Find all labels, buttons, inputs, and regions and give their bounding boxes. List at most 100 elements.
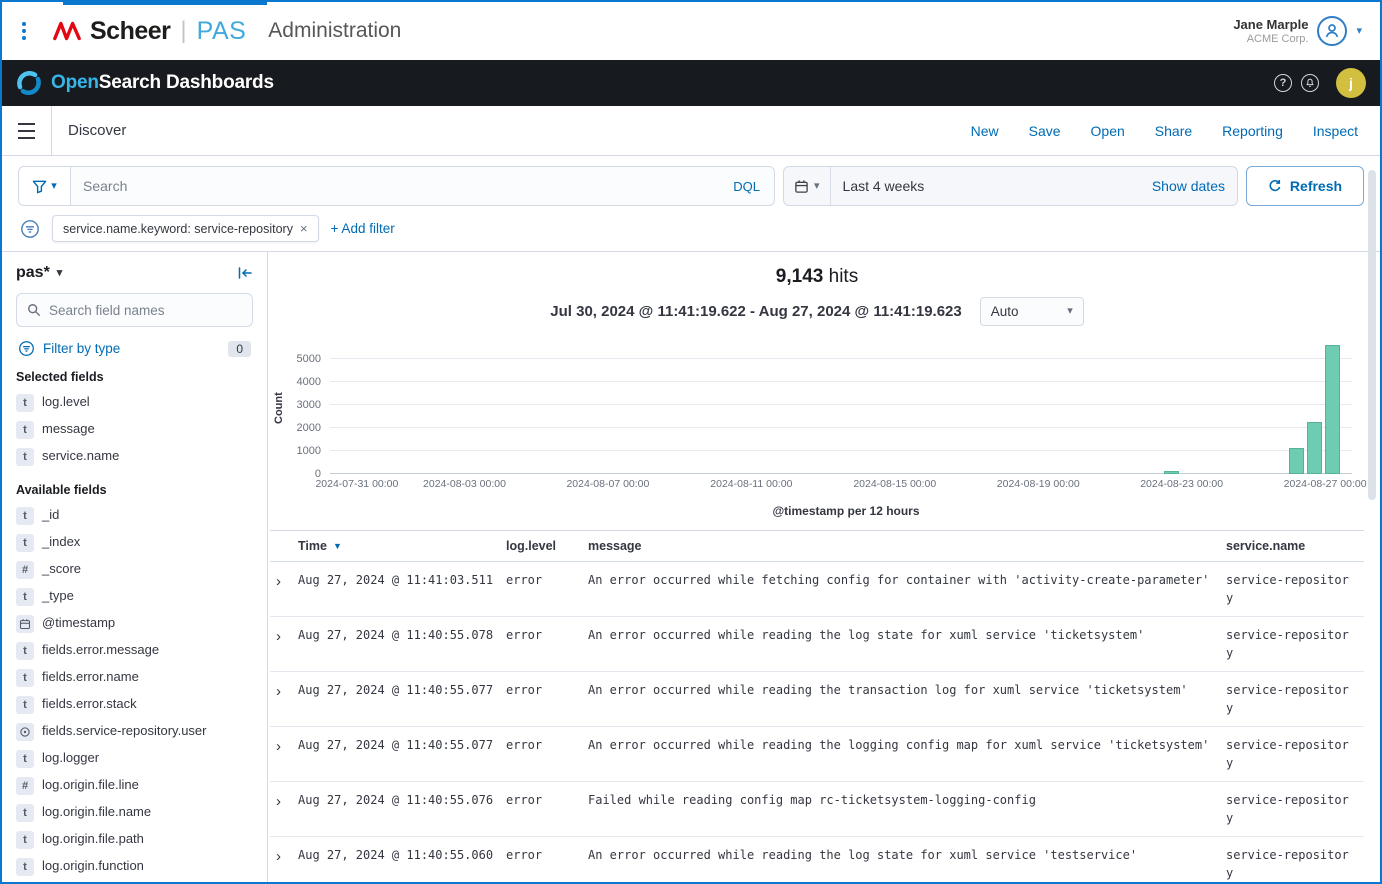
calendar-menu-button[interactable]: ▾: [784, 167, 831, 205]
expand-row-button[interactable]: ›: [270, 617, 298, 671]
field-item-_id[interactable]: t_id: [16, 502, 253, 529]
nav-action-share[interactable]: Share: [1155, 123, 1192, 139]
osd-user-avatar[interactable]: j: [1336, 68, 1366, 98]
field-search-input[interactable]: [49, 303, 242, 318]
field-item-log.origin.file.name[interactable]: tlog.origin.file.name: [16, 799, 253, 826]
histogram-chart: Count 010002000300040005000 2024-07-31 0…: [270, 342, 1364, 496]
field-item-fields.error.name[interactable]: tfields.error.name: [16, 664, 253, 691]
cell-log-level: error: [506, 562, 588, 616]
histogram-bar[interactable]: [1325, 345, 1340, 474]
expand-row-button[interactable]: ›: [270, 837, 298, 882]
brand-separator: |: [180, 17, 186, 45]
search-input[interactable]: [83, 178, 723, 194]
notifications-icon[interactable]: [1301, 74, 1319, 92]
hits-label: hits: [829, 266, 859, 287]
y-axis-tick-label: 1000: [297, 445, 321, 457]
osd-title: OpenSearch Dashboards: [51, 72, 274, 94]
histogram-bar[interactable]: [1164, 471, 1179, 474]
refresh-button[interactable]: Refresh: [1246, 166, 1364, 206]
chart-gridline: [330, 427, 1352, 428]
field-item-log.origin.file.path[interactable]: tlog.origin.file.path: [16, 826, 253, 853]
show-dates-button[interactable]: Show dates: [1152, 178, 1225, 194]
interval-select[interactable]: Auto ▾: [980, 297, 1084, 326]
histogram-plot: [330, 342, 1352, 474]
date-picker[interactable]: ▾ Last 4 weeks Show dates: [783, 166, 1238, 206]
field-item-fields.error.stack[interactable]: tfields.error.stack: [16, 691, 253, 718]
page-scrollbar[interactable]: [1368, 170, 1376, 500]
field-item-@timestamp[interactable]: @timestamp: [16, 610, 253, 637]
y-axis-tick-label: 3000: [297, 399, 321, 411]
filter-pill[interactable]: service.name.keyword: service-repository…: [52, 215, 319, 242]
expand-row-button[interactable]: ›: [270, 562, 298, 616]
collapse-sidebar-icon[interactable]: [237, 265, 253, 281]
field-name: fields.service-repository.user: [42, 722, 206, 741]
time-range-value[interactable]: Last 4 weeks: [843, 178, 925, 194]
breadcrumb: Discover: [68, 122, 126, 139]
field-item-fields.error.message[interactable]: tfields.error.message: [16, 637, 253, 664]
nav-action-reporting[interactable]: Reporting: [1222, 123, 1283, 139]
field-type-string-icon: t: [16, 750, 34, 768]
saved-query-menu-button[interactable]: ▾: [18, 166, 70, 206]
nav-action-open[interactable]: Open: [1091, 123, 1125, 139]
filter-icon: [20, 219, 40, 239]
field-item-_type[interactable]: t_type: [16, 583, 253, 610]
field-name: fields.error.message: [42, 641, 159, 660]
field-item-log.origin.function[interactable]: tlog.origin.function: [16, 853, 253, 880]
hamburger-menu-icon[interactable]: [2, 106, 52, 155]
add-filter-button[interactable]: + Add filter: [331, 221, 395, 236]
cell-log-level: error: [506, 782, 588, 836]
field-type-string-icon: t: [16, 394, 34, 412]
column-header-message[interactable]: message: [588, 531, 1226, 561]
field-type-string-icon: t: [16, 588, 34, 606]
cell-message: An error occurred while reading the logg…: [588, 727, 1226, 781]
table-row: ›Aug 27, 2024 @ 11:41:03.511errorAn erro…: [270, 562, 1364, 617]
field-item-log.level[interactable]: tlog.level: [16, 389, 253, 416]
field-item-log.logger[interactable]: tlog.logger: [16, 745, 253, 772]
discover-toolbar: Discover New Save Open Share Reporting Inspec…: [2, 106, 1380, 156]
expand-row-button[interactable]: ›: [270, 727, 298, 781]
nav-action-new[interactable]: New: [971, 123, 999, 139]
cell-time: Aug 27, 2024 @ 11:40:55.077: [298, 727, 506, 781]
histogram-bar[interactable]: [1307, 422, 1322, 474]
column-header-log-level[interactable]: log.level: [506, 531, 588, 561]
user-org: ACME Corp.: [1233, 33, 1308, 45]
field-item-message[interactable]: tmessage: [16, 416, 253, 443]
chevron-down-icon[interactable]: ▾: [1356, 26, 1362, 37]
field-item-_score[interactable]: #_score: [16, 556, 253, 583]
fields-sidebar: pas* ▾ Filter by type 0 Selected fields …: [2, 252, 268, 882]
nav-action-save[interactable]: Save: [1029, 123, 1061, 139]
selected-fields-heading: Selected fields: [16, 370, 253, 384]
hits-count: 9,143: [776, 266, 824, 287]
column-header-time[interactable]: Time▼: [298, 531, 506, 561]
field-name: log.origin.function: [42, 857, 144, 876]
brand-scheer: Scheer: [90, 17, 170, 46]
cell-log-level: error: [506, 617, 588, 671]
nav-action-inspect[interactable]: Inspect: [1313, 123, 1358, 139]
remove-filter-icon[interactable]: ×: [300, 221, 308, 236]
refresh-label: Refresh: [1290, 178, 1342, 194]
help-icon[interactable]: ?: [1274, 74, 1292, 92]
field-type-string-icon: t: [16, 448, 34, 466]
histogram-bar[interactable]: [1289, 448, 1304, 474]
x-axis: 2024-07-31 00:002024-08-03 00:002024-08-…: [330, 478, 1352, 496]
field-item-log.origin.file.line[interactable]: #log.origin.file.line: [16, 772, 253, 799]
cell-message: An error occurred while reading the log …: [588, 837, 1226, 882]
app-menu-icon[interactable]: [22, 22, 26, 40]
user-avatar-icon[interactable]: [1317, 16, 1347, 46]
cell-message: Failed while reading config map rc-ticke…: [588, 782, 1226, 836]
field-item-_index[interactable]: t_index: [16, 529, 253, 556]
filter-count-badge: 0: [228, 341, 251, 357]
field-item-service.name[interactable]: tservice.name: [16, 443, 253, 470]
expand-row-button[interactable]: ›: [270, 672, 298, 726]
index-pattern-name: pas*: [16, 264, 50, 282]
field-item-fields.service-repository.user[interactable]: fields.service-repository.user: [16, 718, 253, 745]
app-title: Administration: [268, 19, 401, 43]
user-menu[interactable]: Jane Marple ACME Corp. ▾: [1233, 16, 1362, 46]
index-pattern-switcher[interactable]: pas* ▾: [16, 264, 62, 282]
active-tab-accent: [63, 2, 267, 5]
column-header-service-name[interactable]: service.name: [1226, 531, 1364, 561]
query-language-button[interactable]: DQL: [733, 179, 760, 194]
filter-by-type-button[interactable]: Filter by type 0: [18, 340, 251, 357]
expand-row-button[interactable]: ›: [270, 782, 298, 836]
refresh-icon: [1268, 179, 1282, 193]
